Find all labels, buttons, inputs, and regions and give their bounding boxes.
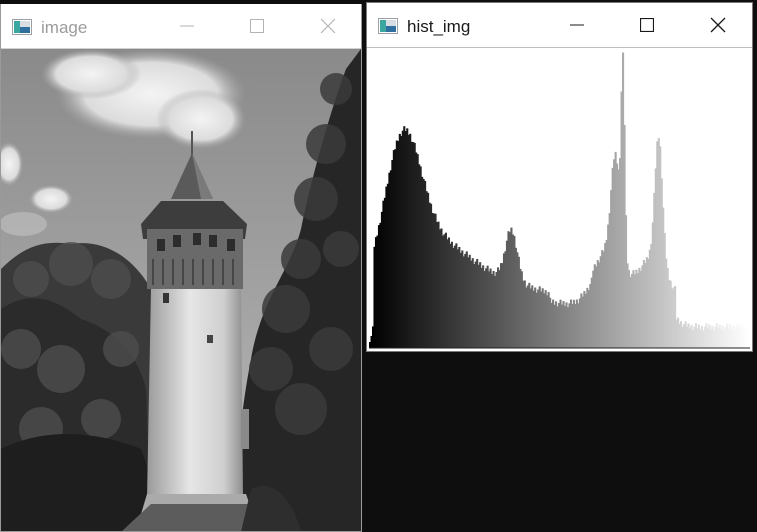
close-icon	[710, 17, 726, 33]
app-icon	[378, 18, 398, 34]
image-window-titlebar[interactable]: image	[1, 4, 361, 49]
maximize-icon	[640, 18, 654, 32]
window-title: hist_img	[407, 17, 471, 36]
close-icon	[320, 18, 336, 34]
image-window[interactable]: image	[0, 4, 362, 532]
close-button[interactable]	[695, 3, 741, 47]
maximize-button[interactable]	[234, 4, 280, 48]
window-title: image	[41, 18, 88, 37]
hist-window[interactable]: hist_img	[366, 2, 753, 352]
minimize-icon	[570, 24, 584, 26]
image-canvas	[1, 49, 361, 531]
hist-window-titlebar[interactable]: hist_img	[367, 3, 752, 48]
minimize-button[interactable]	[554, 3, 600, 47]
grayscale-photo	[1, 49, 361, 531]
histogram-bin	[748, 328, 751, 348]
maximize-button[interactable]	[624, 3, 670, 47]
app-icon	[12, 19, 32, 35]
minimize-button[interactable]	[164, 4, 210, 48]
close-button[interactable]	[305, 4, 351, 48]
histogram-canvas	[367, 48, 752, 351]
minimize-icon	[180, 25, 194, 27]
maximize-icon	[250, 19, 264, 33]
grayscale-histogram	[369, 52, 751, 349]
